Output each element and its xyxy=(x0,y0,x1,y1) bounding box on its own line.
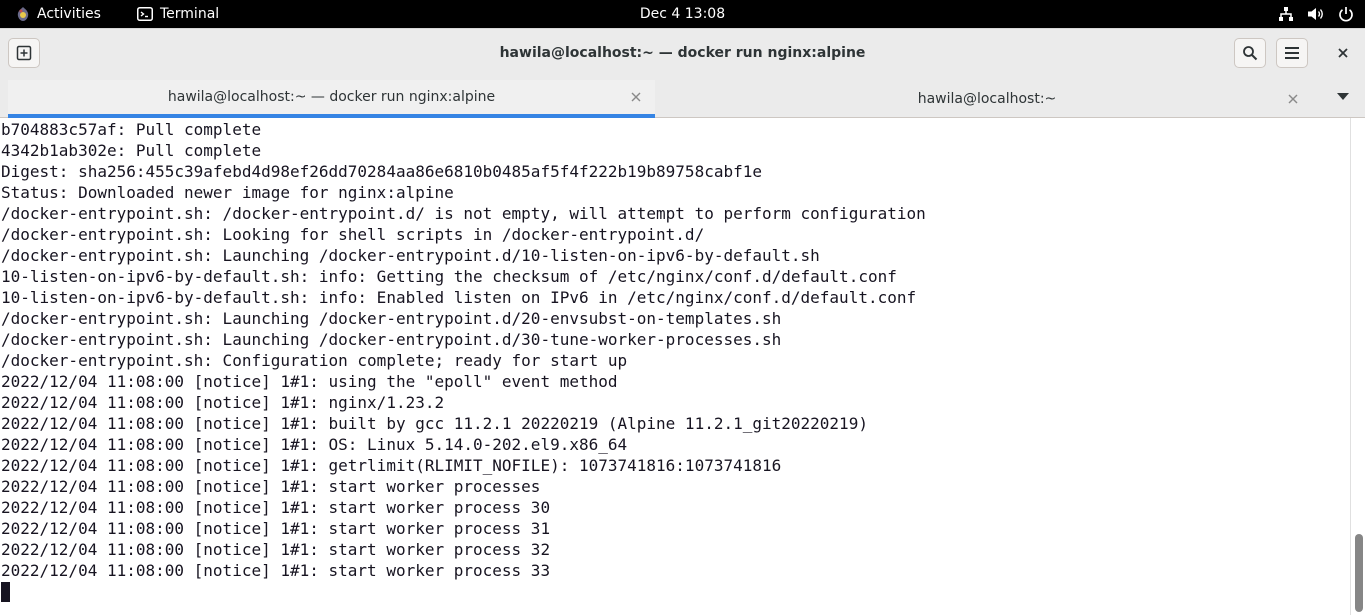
terminal-line: /docker-entrypoint.sh: Looking for shell… xyxy=(1,225,705,244)
terminal-line: Digest: sha256:455c39afebd4d98ef26dd7028… xyxy=(1,162,762,181)
new-tab-icon xyxy=(16,45,32,61)
top-bar: Activities Terminal Dec 4 13:08 xyxy=(0,0,1365,28)
terminal-line: 2022/12/04 11:08:00 [notice] 1#1: built … xyxy=(1,414,868,433)
terminal-line: 4342b1ab302e: Pull complete xyxy=(1,141,262,160)
terminal-line: Status: Downloaded newer image for nginx… xyxy=(1,183,454,202)
terminal-line: 2022/12/04 11:08:00 [notice] 1#1: using … xyxy=(1,372,618,391)
terminal-cursor xyxy=(1,582,10,602)
volume-icon[interactable] xyxy=(1307,5,1325,23)
terminal-line: 2022/12/04 11:08:00 [notice] 1#1: start … xyxy=(1,561,551,580)
terminal-line: /docker-entrypoint.sh: Launching /docker… xyxy=(1,309,782,328)
gnome-logo-icon xyxy=(16,6,30,22)
system-tray[interactable] xyxy=(1277,0,1355,28)
window-close-button[interactable] xyxy=(1333,43,1353,63)
terminal-line: 2022/12/04 11:08:00 [notice] 1#1: getrli… xyxy=(1,456,782,475)
clock[interactable]: Dec 4 13:08 xyxy=(640,6,725,22)
terminal-scrollbar[interactable] xyxy=(1350,118,1365,615)
power-icon[interactable] xyxy=(1337,5,1355,23)
search-icon xyxy=(1242,45,1258,61)
terminal-line: 2022/12/04 11:08:00 [notice] 1#1: nginx/… xyxy=(1,393,445,412)
tab-label: hawila@localhost:~ — docker run nginx:al… xyxy=(167,89,496,105)
tab-home[interactable]: hawila@localhost:~ xyxy=(662,80,1312,118)
main-menu-button[interactable] xyxy=(1276,38,1308,68)
tab-bar: hawila@localhost:~ — docker run nginx:al… xyxy=(0,76,1365,118)
terminal-line: b704883c57af: Pull complete xyxy=(1,120,262,139)
terminal-line: 2022/12/04 11:08:00 [notice] 1#1: start … xyxy=(1,498,551,517)
tab-list-dropdown[interactable] xyxy=(1333,88,1353,106)
close-icon xyxy=(631,92,641,102)
app-menu-terminal[interactable]: Terminal xyxy=(137,0,219,28)
activities-button[interactable]: Activities xyxy=(16,0,101,28)
terminal-output[interactable]: b704883c57af: Pull complete 4342b1ab302e:… xyxy=(0,118,1350,615)
terminal-line: 10-listen-on-ipv6-by-default.sh: info: G… xyxy=(1,267,897,286)
terminal-line: 2022/12/04 11:08:00 [notice] 1#1: start … xyxy=(1,540,551,559)
tab-docker-run[interactable]: hawila@localhost:~ — docker run nginx:al… xyxy=(8,80,655,118)
terminal-line: /docker-entrypoint.sh: Launching /docker… xyxy=(1,246,820,265)
terminal-line: 2022/12/04 11:08:00 [notice] 1#1: OS: Li… xyxy=(1,435,628,454)
terminal-line: 10-listen-on-ipv6-by-default.sh: info: E… xyxy=(1,288,917,307)
hamburger-menu-icon xyxy=(1285,47,1299,59)
close-icon xyxy=(1337,47,1349,59)
terminal-line: /docker-entrypoint.sh: /docker-entrypoin… xyxy=(1,204,926,223)
search-button[interactable] xyxy=(1234,38,1266,68)
terminal-line: /docker-entrypoint.sh: Launching /docker… xyxy=(1,330,782,349)
network-icon[interactable] xyxy=(1277,5,1295,23)
tab-label: hawila@localhost:~ xyxy=(917,91,1057,107)
terminal-app-icon xyxy=(137,7,153,21)
terminal-line: /docker-entrypoint.sh: Configuration com… xyxy=(1,351,628,370)
close-icon xyxy=(1288,94,1298,104)
tab-close-button[interactable] xyxy=(1286,92,1300,106)
window-title: hawila@localhost:~ — docker run nginx:al… xyxy=(499,45,866,61)
window-header-bar: hawila@localhost:~ — docker run nginx:al… xyxy=(0,28,1365,76)
terminal-line: 2022/12/04 11:08:00 [notice] 1#1: start … xyxy=(1,519,551,538)
app-menu-label: Terminal xyxy=(160,6,220,22)
tab-close-button[interactable] xyxy=(629,90,643,104)
activities-label: Activities xyxy=(37,6,101,22)
scrollbar-thumb[interactable] xyxy=(1355,534,1363,612)
chevron-down-icon xyxy=(1337,93,1349,101)
terminal-line: 2022/12/04 11:08:00 [notice] 1#1: start … xyxy=(1,477,541,496)
new-tab-button[interactable] xyxy=(8,38,40,68)
